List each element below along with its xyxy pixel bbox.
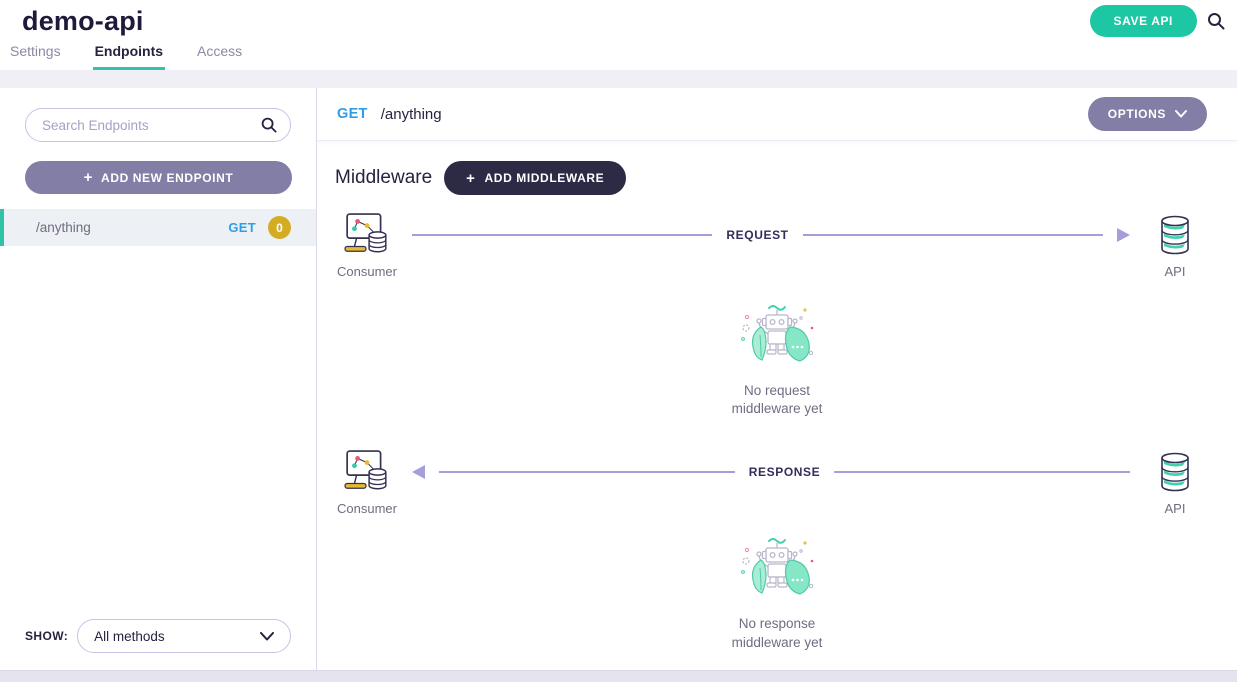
- top-bar: demo-api Settings Endpoints Access SAVE …: [0, 0, 1237, 70]
- consumer-icon: [344, 211, 390, 259]
- chevron-down-icon: [1175, 110, 1187, 118]
- request-arrow: REQUEST: [399, 211, 1143, 259]
- arrow-right-icon: [1117, 228, 1130, 242]
- api-node: API: [1143, 448, 1207, 516]
- method-filter-select[interactable]: All methods: [77, 619, 291, 653]
- endpoints-sidebar: + ADD NEW ENDPOINT /anything GET 0 SHOW:…: [0, 88, 317, 670]
- tab-endpoints-label: Endpoints: [94, 43, 164, 59]
- endpoint-method: GET: [337, 106, 368, 122]
- request-empty-text: No request middleware yet: [731, 383, 823, 417]
- consumer-node: Consumer: [335, 211, 399, 279]
- endpoint-path-title: /anything: [380, 105, 442, 123]
- endpoint-path: /anything: [36, 220, 91, 235]
- response-label: RESPONSE: [748, 465, 821, 480]
- api-label: API: [1164, 264, 1186, 279]
- search-icon[interactable]: [1207, 12, 1225, 30]
- tab-access[interactable]: Access: [195, 43, 244, 70]
- arrow-line: [834, 471, 1130, 474]
- middleware-heading: Middleware: [335, 167, 433, 188]
- api-title: demo-api: [22, 6, 144, 36]
- tab-endpoints[interactable]: Endpoints: [92, 43, 166, 70]
- robot-plants-illustration: [741, 538, 814, 596]
- request-empty-state: No request middleware yet: [697, 301, 857, 418]
- consumer-icon: [344, 448, 390, 496]
- method-filter-value: All methods: [94, 628, 165, 644]
- consumer-node: Consumer: [335, 448, 399, 516]
- save-api-button[interactable]: SAVE API: [1089, 5, 1197, 37]
- tab-access-label: Access: [197, 43, 243, 59]
- add-new-endpoint-label: ADD NEW ENDPOINT: [101, 170, 234, 185]
- arrow-line: [412, 234, 713, 236]
- endpoint-header: GET /anything OPTIONS: [317, 88, 1237, 141]
- endpoint-search-box: [25, 108, 291, 142]
- show-filter-label: SHOW:: [25, 629, 69, 643]
- tab-settings[interactable]: Settings: [8, 43, 63, 70]
- api-database-icon: [1155, 448, 1195, 496]
- response-arrow: RESPONSE: [399, 448, 1143, 496]
- header-divider-strip: [0, 70, 1237, 88]
- add-middleware-button[interactable]: + ADD MIDDLEWARE: [444, 161, 627, 195]
- request-flow-row: Consumer REQUEST API: [335, 211, 1207, 279]
- search-icon[interactable]: [261, 117, 277, 133]
- chevron-down-icon: [260, 631, 274, 640]
- add-new-endpoint-button[interactable]: + ADD NEW ENDPOINT: [25, 161, 292, 194]
- app-window: demo-api Settings Endpoints Access SAVE …: [0, 0, 1237, 682]
- endpoint-list-item-anything[interactable]: /anything GET 0: [0, 209, 316, 246]
- search-endpoints-input[interactable]: [42, 117, 261, 133]
- response-flow-row: Consumer RESPONSE API: [335, 448, 1207, 516]
- bottom-strip: [0, 670, 1237, 682]
- api-label: API: [1164, 501, 1186, 517]
- add-middleware-label: ADD MIDDLEWARE: [484, 171, 605, 185]
- tab-bar: Settings Endpoints Access: [8, 43, 244, 70]
- robot-plants-illustration: [741, 305, 814, 362]
- plus-icon: +: [83, 169, 94, 186]
- save-api-label: SAVE API: [1113, 14, 1173, 28]
- consumer-label: Consumer: [337, 264, 397, 279]
- response-empty-text: No response middleware yet: [731, 616, 823, 650]
- middleware-section-header: Middleware + ADD MIDDLEWARE: [335, 161, 1207, 195]
- middleware-count-badge: 0: [268, 216, 291, 239]
- request-label: REQUEST: [726, 228, 789, 242]
- arrow-line: [802, 234, 1103, 236]
- endpoint-detail-panel: GET /anything OPTIONS Middleware + ADD M…: [317, 88, 1237, 670]
- method-filter-row: SHOW: All methods: [25, 619, 291, 653]
- arrow-left-icon: [412, 465, 425, 480]
- consumer-label: Consumer: [337, 501, 397, 517]
- tab-settings-label: Settings: [10, 43, 61, 59]
- plus-icon: +: [466, 169, 476, 187]
- endpoint-method-badge: GET: [228, 220, 256, 235]
- api-database-icon: [1155, 211, 1195, 259]
- arrow-line: [439, 471, 735, 474]
- options-button[interactable]: OPTIONS: [1087, 97, 1207, 131]
- response-empty-state: No response middleware yet: [697, 534, 857, 651]
- options-label: OPTIONS: [1107, 107, 1166, 121]
- api-node: API: [1143, 211, 1207, 279]
